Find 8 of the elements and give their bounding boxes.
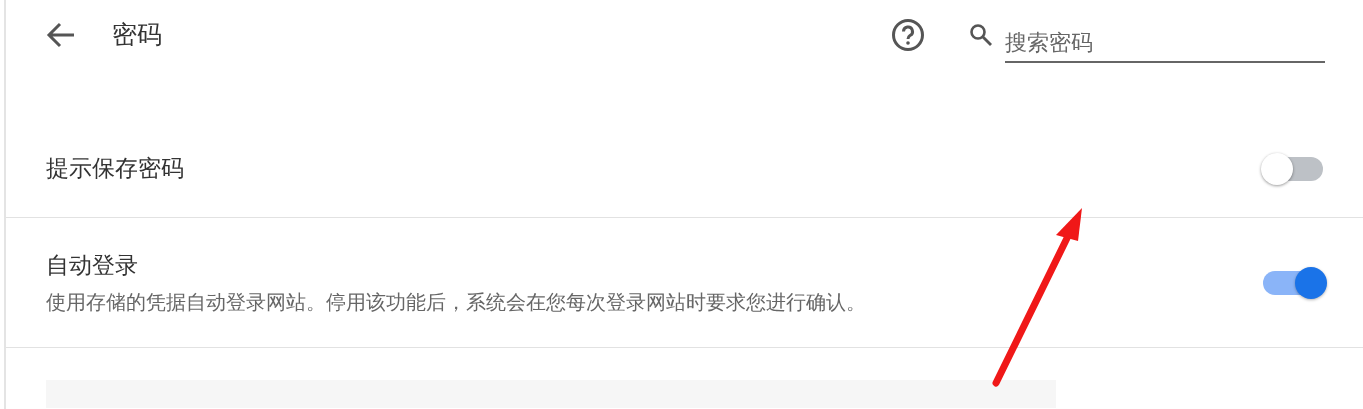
setting-label: 提示保存密码 [46, 154, 184, 184]
search-icon [969, 23, 993, 47]
page-title: 密码 [112, 19, 162, 52]
setting-label: 自动登录 [46, 251, 139, 281]
setting-description: 使用存储的凭据自动登录网站。停用该功能后，系统会在您每次登录网站时要求您进行确认。 [46, 288, 866, 316]
back-arrow-icon[interactable] [46, 22, 76, 48]
help-icon[interactable] [891, 18, 925, 52]
search-field[interactable]: 搜索密码 [1005, 23, 1325, 63]
